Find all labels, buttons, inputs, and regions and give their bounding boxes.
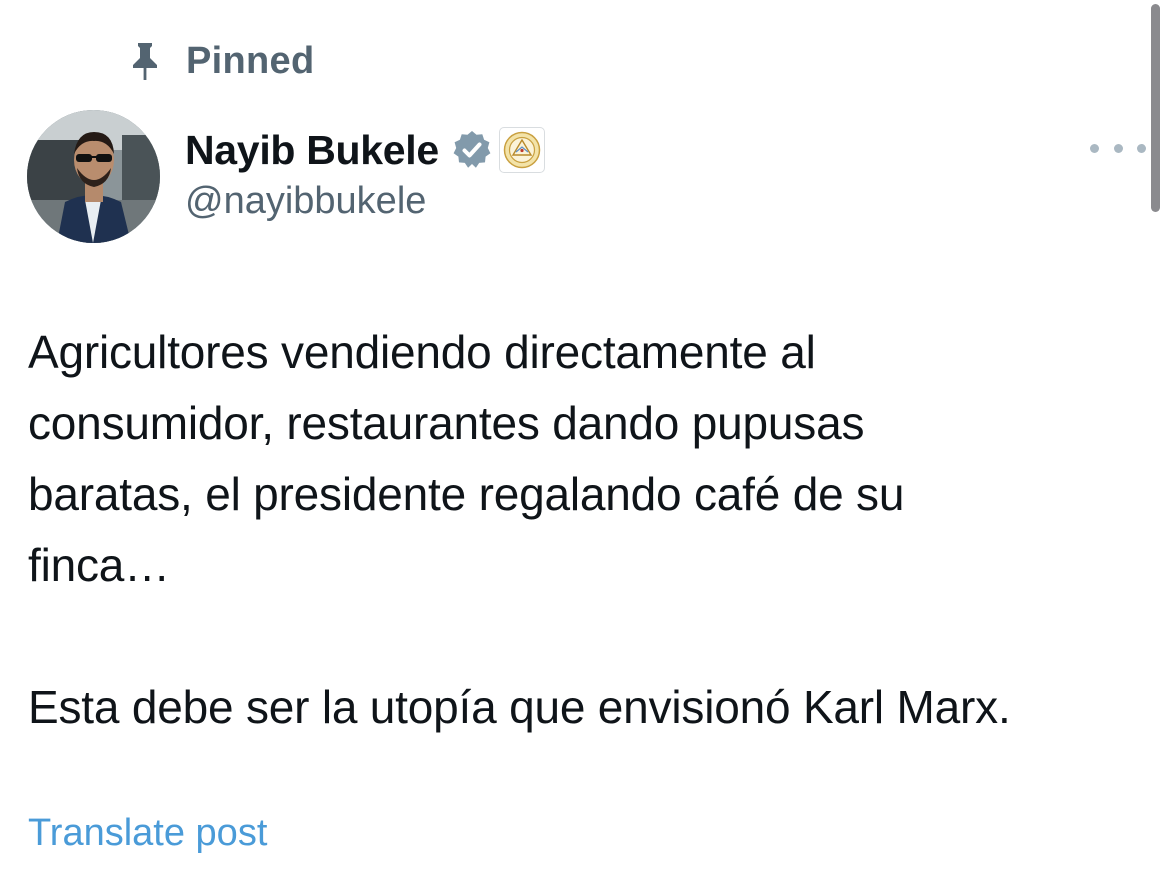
author-display-name[interactable]: Nayib Bukele <box>185 127 439 174</box>
scrollbar-thumb[interactable] <box>1151 4 1160 212</box>
pin-icon <box>128 41 162 81</box>
translate-post-link[interactable]: Translate post <box>28 812 267 855</box>
tweet-paragraph-2: Esta debe ser la utopía que envisionó Ka… <box>28 681 1011 733</box>
pinned-indicator: Pinned <box>128 38 314 84</box>
tweet-text: Agricultores vendiendo directamente al c… <box>28 317 1138 743</box>
verified-badge-icon[interactable] <box>451 129 493 171</box>
pinned-label: Pinned <box>186 39 315 82</box>
more-options-icon[interactable] <box>1090 136 1146 160</box>
avatar[interactable] <box>27 110 160 243</box>
more-options-dot <box>1113 143 1123 153</box>
government-seal-icon[interactable] <box>498 127 545 173</box>
author-name-row: Nayib Bukele <box>185 124 545 176</box>
more-options-dot <box>1090 143 1099 153</box>
author-handle[interactable]: @nayibbukele <box>185 180 426 223</box>
more-options-dot <box>1137 143 1146 153</box>
tweet-paragraph-1: Agricultores vendiendo directamente al c… <box>28 326 905 591</box>
